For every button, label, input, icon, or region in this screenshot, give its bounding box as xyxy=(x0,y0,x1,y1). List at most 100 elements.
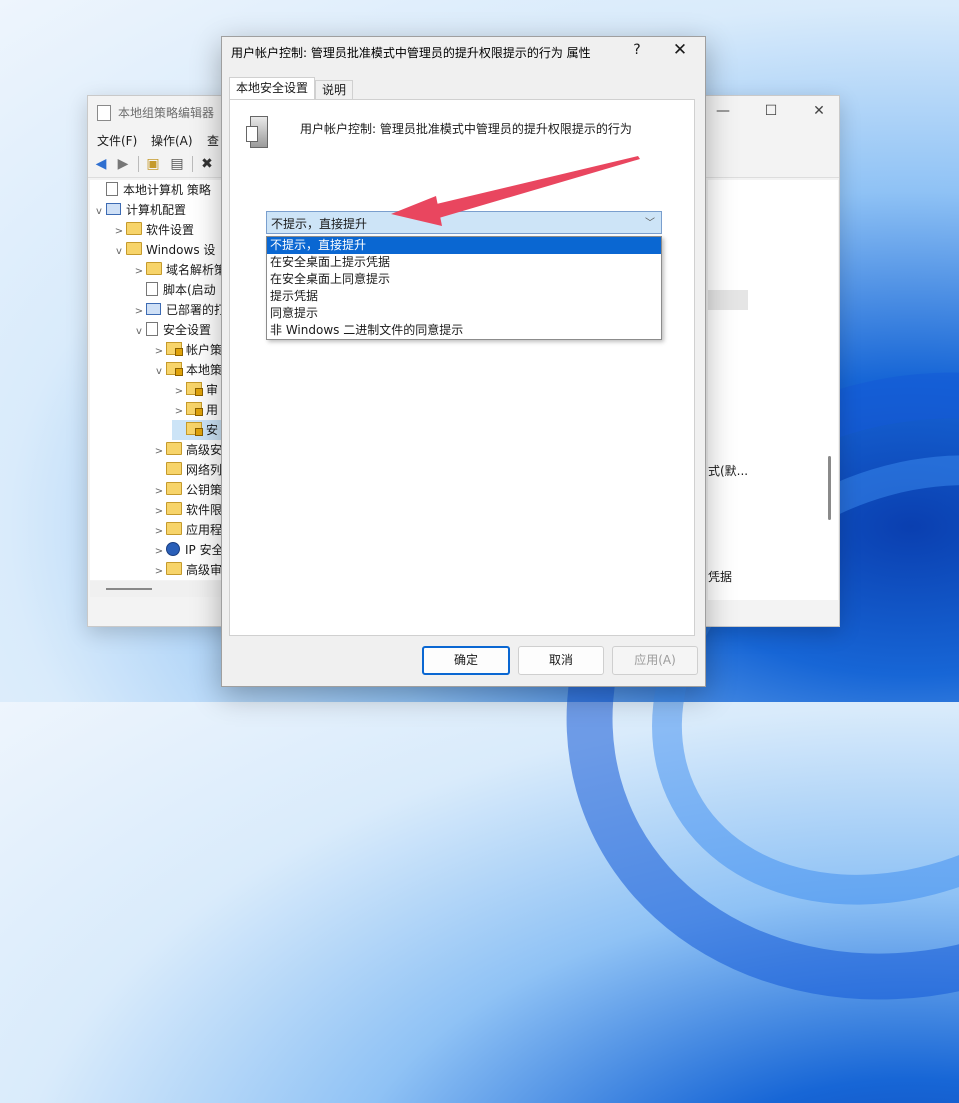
chevron-right-icon[interactable]: > xyxy=(152,502,166,522)
server-policy-icon xyxy=(246,116,268,150)
locked-folder-icon xyxy=(186,382,203,396)
locked-folder-icon xyxy=(186,422,203,436)
editor-title: 本地组策略编辑器 xyxy=(118,106,215,120)
tree-item[interactable]: > 公钥策 xyxy=(152,480,222,500)
horizontal-scrollbar[interactable] xyxy=(90,581,224,597)
script-icon xyxy=(146,282,158,296)
folder-icon xyxy=(166,562,182,575)
dropdown-option[interactable]: 提示凭据 xyxy=(267,288,661,305)
dropdown-option[interactable]: 在安全桌面上同意提示 xyxy=(267,271,661,288)
cancel-button[interactable]: 取消 xyxy=(518,646,604,675)
ip-security-icon xyxy=(166,542,180,556)
policy-setting-text: 式(默... xyxy=(708,464,749,478)
dropdown-selected-value: 不提示，直接提升 xyxy=(271,217,368,231)
dropdown-option[interactable]: 不提示，直接提升 xyxy=(267,237,661,254)
chevron-down-icon[interactable]: v xyxy=(112,242,126,262)
tree-item[interactable]: > IP 安全 xyxy=(152,540,224,560)
tree-item[interactable]: 网络列 xyxy=(152,460,222,480)
tree-item[interactable]: > 应用程 xyxy=(152,520,222,540)
tree-item-selected[interactable]: 安 xyxy=(172,420,224,440)
scrollbar-thumb[interactable] xyxy=(106,588,152,590)
tree-item[interactable]: > 高级审 xyxy=(152,560,222,580)
tree-item[interactable]: 脚本(启动 xyxy=(132,280,216,300)
editor-app-icon xyxy=(97,105,111,121)
chevron-down-icon[interactable]: v xyxy=(132,322,146,342)
tree-item[interactable]: > 软件设置 xyxy=(112,220,194,240)
dropdown-option[interactable]: 非 Windows 二进制文件的同意提示 xyxy=(267,322,661,339)
apply-button[interactable]: 应用(A) xyxy=(612,646,698,675)
locked-folder-icon xyxy=(186,402,203,416)
folder-icon xyxy=(166,482,182,495)
policy-tree: 本地计算机 策略 v 计算机配置 > 软件设置 v Windows 设 > 域名解析策 … xyxy=(90,180,224,580)
dropdown-options-list: 不提示，直接提升 在安全桌面上提示凭据 在安全桌面上同意提示 提示凭据 同意提示… xyxy=(266,236,662,340)
folder-icon xyxy=(166,462,182,475)
folder-icon xyxy=(126,222,142,235)
tree-item[interactable]: > 审 xyxy=(172,380,218,400)
chevron-right-icon[interactable]: > xyxy=(132,262,146,282)
chevron-right-icon[interactable]: > xyxy=(152,482,166,502)
delete-icon[interactable]: ✖ xyxy=(198,155,216,173)
locked-folder-icon xyxy=(166,362,183,376)
tree-item[interactable]: > 域名解析策 xyxy=(132,260,224,280)
up-folder-icon[interactable]: ▣ xyxy=(144,155,162,173)
tab-explain[interactable]: 说明 xyxy=(315,80,354,100)
policy-setting-text: 凭据 xyxy=(708,570,733,584)
tree-item[interactable]: > 帐户策 xyxy=(152,340,222,360)
show-hide-tree-icon[interactable]: ▤ xyxy=(168,155,186,173)
chevron-down-icon[interactable]: v xyxy=(92,202,106,222)
printer-icon xyxy=(146,303,161,315)
chevron-right-icon[interactable]: > xyxy=(152,562,166,580)
tree-item[interactable]: > 软件限 xyxy=(152,500,222,520)
chevron-down-icon[interactable]: v xyxy=(152,362,166,382)
ok-button[interactable]: 确定 xyxy=(422,646,510,675)
policy-doc-icon xyxy=(106,182,118,196)
forward-icon[interactable]: ▶ xyxy=(114,155,132,173)
tree-item[interactable]: v 安全设置 xyxy=(132,320,211,340)
policy-name: 用户帐户控制: 管理员批准模式中管理员的提升权限提示的行为 xyxy=(300,122,632,136)
chevron-right-icon[interactable]: > xyxy=(152,542,166,562)
vertical-scrollbar[interactable] xyxy=(828,456,831,520)
close-icon[interactable]: ✕ xyxy=(807,100,831,122)
tree-item[interactable]: 本地计算机 策略 xyxy=(92,180,211,200)
back-icon[interactable]: ◀ xyxy=(92,155,110,173)
chevron-right-icon[interactable]: > xyxy=(152,342,166,362)
tree-item[interactable]: v 计算机配置 xyxy=(92,200,186,220)
policy-list-pane: 式(默... 凭据 xyxy=(708,180,838,600)
folder-icon xyxy=(166,522,182,535)
chevron-right-icon[interactable]: > xyxy=(152,442,166,462)
tab-panel: 用户帐户控制: 管理员批准模式中管理员的提升权限提示的行为 不提示，直接提升 ﹀… xyxy=(229,99,695,636)
computer-icon xyxy=(106,203,121,215)
folder-icon xyxy=(166,442,182,455)
tree-item[interactable]: > 已部署的打 xyxy=(132,300,224,320)
folder-icon xyxy=(146,262,162,275)
chevron-right-icon[interactable]: > xyxy=(112,222,126,242)
close-icon[interactable]: ✕ xyxy=(669,40,691,60)
menu-action[interactable]: 操作(A) xyxy=(151,132,193,149)
toolbar-separator xyxy=(192,156,193,172)
menu-view[interactable]: 查 xyxy=(207,132,219,149)
locked-folder-icon xyxy=(166,342,183,356)
toolbar-separator xyxy=(138,156,139,172)
tab-local-security-setting[interactable]: 本地安全设置 xyxy=(229,77,316,99)
menu-file[interactable]: 文件(F) xyxy=(97,132,137,149)
chevron-down-icon: ﹀ xyxy=(645,218,655,229)
maximize-icon[interactable]: ☐ xyxy=(759,100,783,122)
chevron-right-icon[interactable]: > xyxy=(172,402,186,422)
chevron-right-icon[interactable]: > xyxy=(132,302,146,322)
tree-item[interactable]: v 本地策 xyxy=(152,360,222,380)
dialog-title: 用户帐户控制: 管理员批准模式中管理员的提升权限提示的行为 属性 xyxy=(231,46,591,60)
list-row-highlight[interactable] xyxy=(708,290,748,310)
chevron-right-icon[interactable]: > xyxy=(172,382,186,402)
help-icon[interactable]: ? xyxy=(627,42,647,58)
tree-item[interactable]: v Windows 设 xyxy=(112,240,215,260)
folder-icon xyxy=(126,242,142,255)
tree-item[interactable]: > 高级安 xyxy=(152,440,222,460)
dropdown-option[interactable]: 同意提示 xyxy=(267,305,661,322)
dropdown-option[interactable]: 在安全桌面上提示凭据 xyxy=(267,254,661,271)
minimize-icon[interactable]: — xyxy=(711,100,735,122)
behavior-dropdown[interactable]: 不提示，直接提升 ﹀ xyxy=(266,211,662,234)
chevron-right-icon[interactable]: > xyxy=(152,522,166,542)
tree-item[interactable]: > 用 xyxy=(172,400,218,420)
properties-dialog: 用户帐户控制: 管理员批准模式中管理员的提升权限提示的行为 属性 ? ✕ 本地安… xyxy=(221,36,706,687)
security-settings-icon xyxy=(146,322,158,336)
